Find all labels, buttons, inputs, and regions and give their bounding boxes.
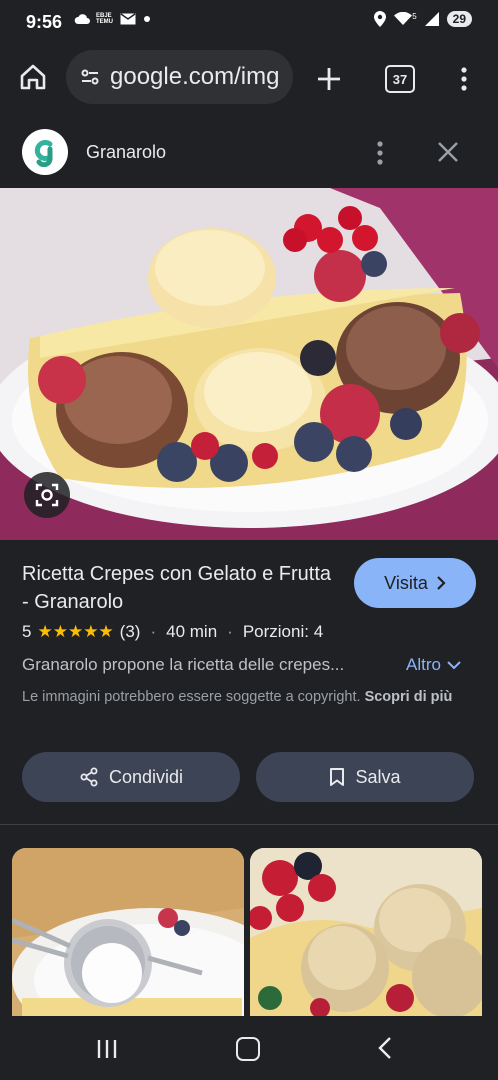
- visit-label: Visita: [384, 572, 428, 593]
- star-rating-icon: ★★★★★: [37, 622, 114, 641]
- cloud-icon: [74, 14, 90, 24]
- granarolo-logo: [22, 129, 68, 175]
- site-settings-icon[interactable]: [78, 65, 102, 89]
- recent-apps-icon[interactable]: [96, 1038, 118, 1060]
- divider: [0, 824, 498, 825]
- site-header: Granarolo: [0, 118, 498, 188]
- system-icons: 5 29: [374, 11, 472, 27]
- copyright-notice: Le immagini potrebbero essere soggette a…: [22, 686, 472, 708]
- lens-icon: [35, 483, 59, 507]
- new-tab-icon[interactable]: [314, 64, 344, 94]
- location-icon: [374, 11, 387, 27]
- portions: Porzioni: 4: [242, 622, 324, 641]
- tab-switcher-button[interactable]: 37: [385, 65, 415, 93]
- save-button[interactable]: Salva: [256, 752, 474, 802]
- site-name[interactable]: Granarolo: [86, 142, 166, 163]
- related-image[interactable]: [250, 848, 482, 1018]
- visit-button[interactable]: Visita: [354, 558, 476, 608]
- more-label: Altro: [406, 655, 441, 674]
- notification-icons: EBJE TEMU: [74, 13, 152, 25]
- chevron-down-icon: [447, 661, 461, 670]
- sieve-sugar-image: [12, 848, 244, 1018]
- crepe-illustration: [0, 188, 498, 540]
- result-description: Granarolo propone la ricetta delle crepe…: [22, 655, 345, 674]
- home-icon[interactable]: [18, 62, 48, 92]
- nav-home-icon[interactable]: [236, 1037, 260, 1061]
- rating-count: (3): [119, 622, 141, 641]
- result-title[interactable]: Ricetta Crepes con Gelato e Frutta - Gra…: [22, 560, 332, 616]
- more-vert-icon[interactable]: [456, 64, 472, 94]
- lens-button[interactable]: [24, 472, 70, 518]
- rating-value: 5: [22, 622, 32, 641]
- more-button[interactable]: Altro: [406, 655, 461, 675]
- related-image[interactable]: [12, 848, 244, 1018]
- granarolo-logo-icon: [34, 140, 53, 167]
- separator-dot: ·: [150, 622, 157, 641]
- share-button[interactable]: Condividi: [22, 752, 240, 802]
- rating-row: 5 ★★★★★ (3) · 40 min · Porzioni: 4: [22, 622, 323, 642]
- status-time: 9:56: [26, 12, 63, 32]
- mail-icon: [120, 13, 136, 25]
- temu-icon: EBJE TEMU: [96, 13, 113, 25]
- learn-more-link[interactable]: Scopri di più: [365, 689, 453, 705]
- share-label: Condividi: [108, 766, 184, 787]
- url-text: google.com/img: [110, 63, 280, 90]
- close-icon[interactable]: [434, 138, 462, 166]
- bookmark-icon: [330, 768, 345, 786]
- back-icon[interactable]: [376, 1036, 394, 1060]
- dot-icon: [144, 16, 150, 22]
- main-image[interactable]: [0, 188, 498, 540]
- address-bar[interactable]: google.com/img: [66, 50, 293, 104]
- copyright-text: Le immagini potrebbero essere soggette a…: [22, 689, 361, 705]
- chevron-right-icon: [437, 576, 446, 590]
- browser-toolbar: google.com/img 37: [0, 44, 498, 112]
- status-bar: 9:56 EBJE TEMU 5 29: [0, 0, 498, 44]
- wifi-icon: 5: [394, 12, 417, 26]
- tab-count: 37: [392, 71, 408, 87]
- signal-icon: [424, 12, 439, 26]
- system-nav-bar: [0, 1016, 498, 1080]
- separator-dot: ·: [227, 622, 233, 641]
- cook-time: 40 min: [166, 622, 218, 641]
- save-label: Salva: [355, 766, 401, 787]
- share-icon: [80, 767, 98, 787]
- site-more-icon[interactable]: [372, 138, 388, 168]
- ice-cream-crepe-image: [250, 848, 482, 1018]
- battery-icon: 29: [446, 11, 472, 27]
